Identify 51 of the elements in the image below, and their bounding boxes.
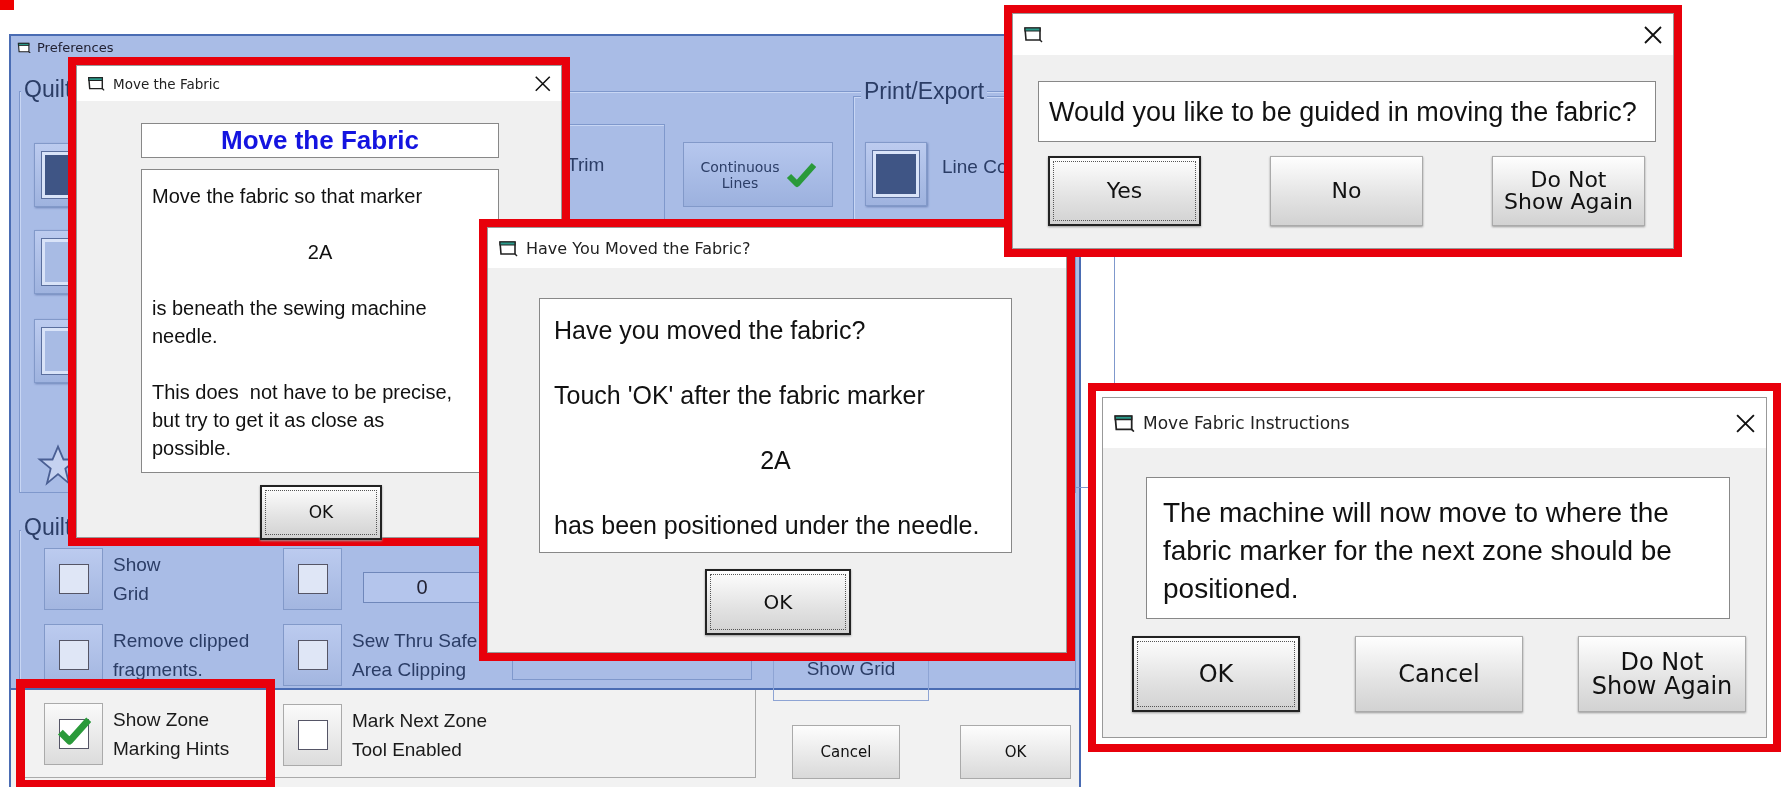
dialog-button[interactable]: Cancel: [1355, 636, 1523, 712]
message-text: Touch 'OK' after the fabric marker: [554, 380, 926, 410]
dialog-button[interactable]: OK: [705, 569, 851, 635]
trim-label: Trim: [567, 153, 605, 177]
cancel-button[interactable]: Cancel: [792, 725, 900, 779]
dialog-button[interactable]: Do Not Show Again: [1492, 156, 1645, 226]
swatch-button[interactable]: [865, 142, 927, 206]
dialog-heading: Move the Fabric: [141, 123, 499, 158]
dialog-button[interactable]: No: [1270, 156, 1423, 226]
checkbox[interactable]: [283, 624, 342, 686]
window-icon: [1113, 413, 1135, 433]
dialog-button[interactable]: Yes: [1048, 156, 1201, 226]
close-icon[interactable]: [533, 74, 551, 93]
dialog-title: Move the Fabric: [113, 75, 221, 92]
message-text: has been positioned under the needle.: [554, 510, 981, 540]
option-label: Remove clipped fragments.: [113, 629, 250, 682]
message-text: is beneath the sewing machine needle.: [152, 296, 428, 349]
highlight-frame: [0, 0, 14, 10]
window-icon: [498, 239, 518, 257]
option-label: Show Zone Marking Hints: [113, 708, 230, 761]
option-label: Mark Next Zone Tool Enabled: [352, 709, 488, 762]
dialog-title: Move Fabric Instructions: [1143, 413, 1350, 433]
window-icon: [17, 41, 31, 54]
dialog-button[interactable]: OK: [1132, 636, 1300, 712]
message-text: Have you moved the fabric?: [554, 315, 867, 345]
message-text: This does not have to be precise, but try to get it as close as possible.: [152, 380, 454, 461]
marker-label: 2A: [759, 445, 792, 475]
checkbox[interactable]: [283, 548, 342, 610]
dialog-title: Have You Moved the Fabric?: [526, 238, 751, 258]
message-text: Would you like to be guided in moving the fabric?: [1049, 95, 1638, 128]
dialog-button[interactable]: Do Not Show Again: [1578, 636, 1746, 712]
message-text: Move the fabric so that marker: [152, 184, 424, 209]
continuous-lines-button[interactable]: Continuous Lines: [683, 142, 833, 207]
checkbox[interactable]: [44, 703, 103, 765]
checkmark-icon: [57, 716, 91, 746]
checkbox[interactable]: [44, 548, 103, 610]
window-icon: [1023, 26, 1043, 43]
option-label: Sew Thru Safe Area Clipping: [352, 629, 478, 682]
checkbox[interactable]: [283, 704, 342, 766]
number-field[interactable]: 0: [363, 572, 481, 603]
close-icon[interactable]: [1735, 412, 1756, 434]
ok-button[interactable]: OK: [960, 725, 1071, 779]
window-icon: [87, 75, 105, 92]
group-label: Print/Export: [861, 78, 988, 105]
dialog-button[interactable]: OK: [260, 485, 382, 540]
close-icon[interactable]: [1643, 24, 1663, 45]
window-title: Preferences: [37, 40, 114, 55]
checkmark-icon: [785, 161, 816, 188]
marker-label: 2A: [306, 240, 334, 265]
option-label: Show Grid: [113, 553, 161, 606]
message-text: The machine will now move to where the fabric marker for the next zone should be positioned.: [1163, 496, 1673, 606]
